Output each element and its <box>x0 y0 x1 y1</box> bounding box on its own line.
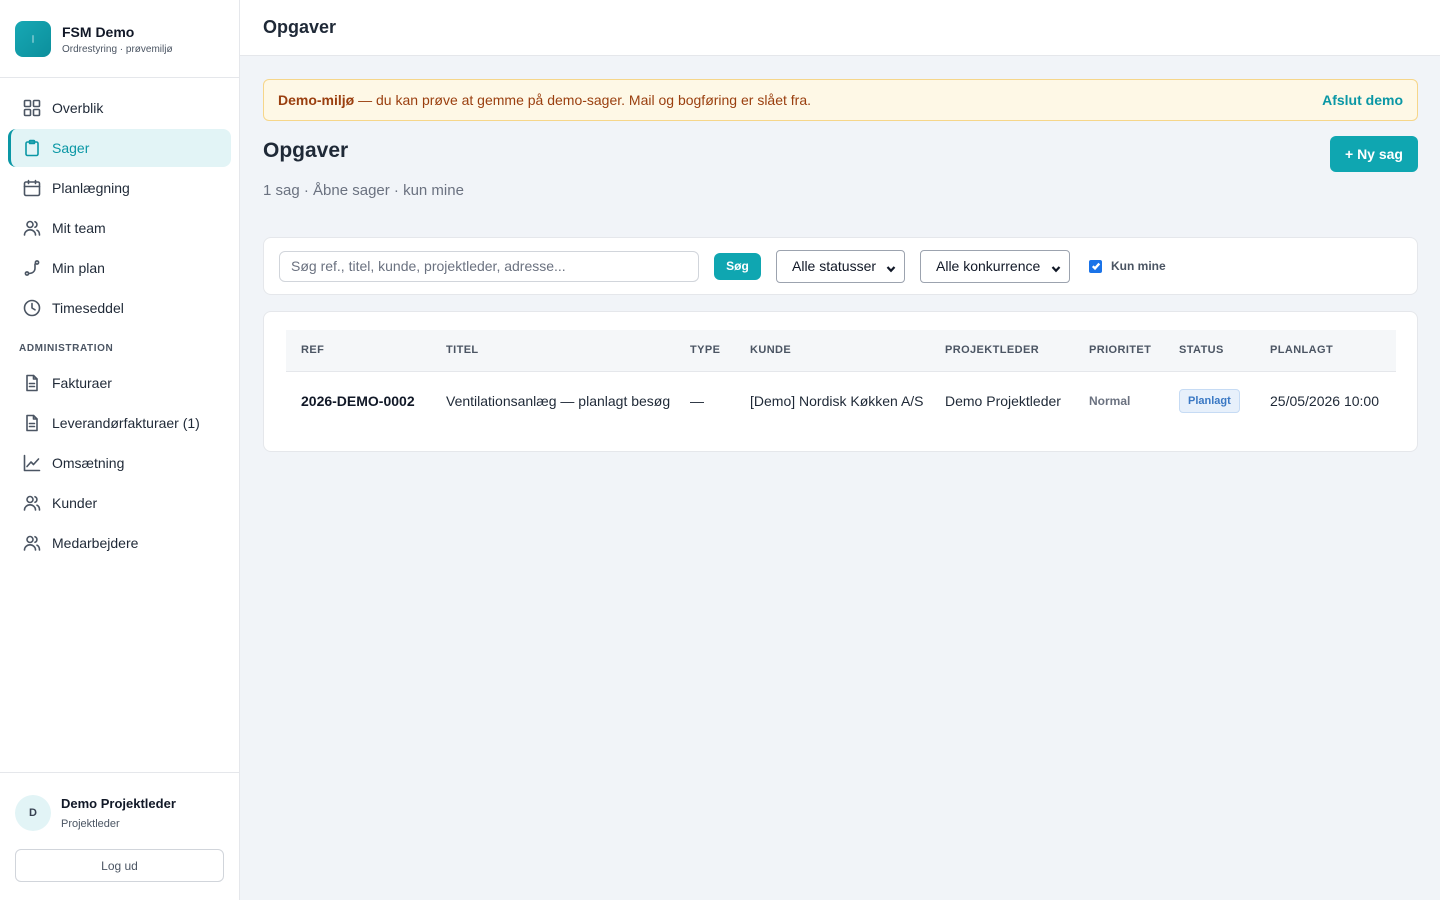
app-logo-icon <box>15 20 51 57</box>
cell-type: — <box>690 392 704 409</box>
sidebar-item-sager[interactable]: Sager <box>8 129 231 167</box>
users-icon <box>23 219 41 237</box>
status-badge: Planlagt <box>1179 389 1240 414</box>
only-mine-checkbox[interactable] <box>1089 259 1102 273</box>
sidebar-item-label: Sager <box>52 140 90 156</box>
sidebar-item-leverandoerfakturaer[interactable]: Leverandørfakturaer (1) <box>8 404 231 442</box>
section-label-administration: ADMINISTRATION <box>19 343 114 354</box>
main-content: Demo-miljø — du kan prøve at gemme på de… <box>263 79 1418 452</box>
user-profile: D Demo Projektleder Projektleder <box>15 795 224 831</box>
topbar: Opgaver <box>240 0 1440 56</box>
table-header-row: REF TITEL TYPE KUNDE PROJEKTLEDER PRIORI… <box>286 330 1396 372</box>
column-header-projektleder[interactable]: PROJEKTLEDER <box>930 330 1074 372</box>
sidebar-item-label: Fakturaer <box>52 375 112 391</box>
sidebar-item-label: Timeseddel <box>52 300 124 316</box>
brand[interactable]: FSM Demo Ordrestyring · prøvemiljø <box>0 0 239 78</box>
search-button[interactable]: Søg <box>714 252 761 280</box>
end-demo-link[interactable]: Afslut demo <box>1322 92 1403 108</box>
sidebar-item-label: Kunder <box>52 495 98 511</box>
user-name: Demo Projektleder <box>61 796 176 811</box>
chevron-down-icon <box>886 261 896 273</box>
sidebar-item-label: Leverandørfakturaer (1) <box>52 415 200 431</box>
column-header-titel[interactable]: TITEL <box>431 330 675 372</box>
status-select[interactable]: Alle statusser <box>776 249 905 283</box>
sidebar-item-label: Min plan <box>52 260 105 276</box>
clipboard-icon <box>23 139 41 157</box>
main-nav: Overblik Sager Planlægning Mit team Min … <box>0 89 239 562</box>
cell-planned: 25/05/2026 10:00 <box>1270 392 1379 409</box>
competition-select-value: Alle konkurrence <box>936 258 1041 274</box>
cell-priority: Normal <box>1089 393 1131 408</box>
sidebar-item-label: Overblik <box>52 100 104 116</box>
calendar-icon <box>23 179 41 197</box>
page-title: Opgaver <box>263 139 349 162</box>
sidebar-item-kunder[interactable]: Kunder <box>8 484 231 522</box>
sidebar-item-label: Omsætning <box>52 455 125 471</box>
column-header-kunde[interactable]: KUNDE <box>735 330 930 372</box>
banner-message: Demo-miljø — du kan prøve at gemme på de… <box>278 92 811 108</box>
document-icon <box>23 374 41 392</box>
cell-ref[interactable]: 2026-DEMO-0002 <box>286 371 431 431</box>
cell-status: Planlagt <box>1164 371 1255 431</box>
new-case-button[interactable]: + Ny sag <box>1330 136 1418 172</box>
sidebar-item-omsaetning[interactable]: Omsætning <box>8 444 231 482</box>
user-role: Projektleder <box>61 818 120 830</box>
sidebar-item-fakturaer[interactable]: Fakturaer <box>8 364 231 402</box>
page-header: Opgaver 1 sag · Åbne sager · kun mine + … <box>263 121 1418 237</box>
users-icon <box>23 534 41 552</box>
cell-manager: Demo Projektleder <box>945 392 1061 409</box>
sidebar-item-timeseddel[interactable]: Timeseddel <box>8 289 231 327</box>
app-subtitle: Ordrestyring · prøvemiljø <box>62 43 173 55</box>
only-mine-label[interactable]: Kun mine <box>1111 259 1166 273</box>
sidebar-item-label: Mit team <box>52 220 106 236</box>
page-subtitle: 1 sag · Åbne sager · kun mine <box>263 182 464 199</box>
topbar-title: Opgaver <box>263 17 337 37</box>
sidebar-item-overblik[interactable]: Overblik <box>8 89 231 127</box>
cases-table-card: REF TITEL TYPE KUNDE PROJEKTLEDER PRIORI… <box>263 311 1418 452</box>
column-header-type[interactable]: TYPE <box>675 330 735 372</box>
only-mine-filter: Kun mine <box>1089 259 1166 273</box>
column-header-status[interactable]: STATUS <box>1164 330 1255 372</box>
sidebar-item-planlaegning[interactable]: Planlægning <box>8 169 231 207</box>
column-header-ref[interactable]: REF <box>286 330 431 372</box>
demo-banner: Demo-miljø — du kan prøve at gemme på de… <box>263 79 1418 121</box>
sidebar-item-label: Medarbejdere <box>52 535 139 551</box>
cell-title: Ventilationsanlæg — planlagt besøg <box>446 392 671 409</box>
check-icon <box>1091 262 1100 271</box>
status-select-value: Alle statusser <box>792 258 877 274</box>
competition-select[interactable]: Alle konkurrence <box>920 249 1070 283</box>
banner-strong: Demo-miljø <box>278 92 355 108</box>
sidebar-item-medarbejdere[interactable]: Medarbejdere <box>8 524 231 562</box>
cell-customer: [Demo] Nordisk Køkken A/S <box>750 392 924 409</box>
users-icon <box>23 494 41 512</box>
banner-text: — du kan prøve at gemme på demo-sager. M… <box>354 92 812 108</box>
chevron-down-icon <box>1051 261 1061 273</box>
sidebar-item-label: Planlægning <box>52 180 130 196</box>
logout-button[interactable]: Log ud <box>15 849 224 882</box>
sidebar-item-min-plan[interactable]: Min plan <box>8 249 231 287</box>
sidebar-footer: D Demo Projektleder Projektleder Log ud <box>0 772 239 900</box>
sidebar-item-mit-team[interactable]: Mit team <box>8 209 231 247</box>
chart-icon <box>23 454 41 472</box>
search-input[interactable] <box>279 250 699 282</box>
sidebar: FSM Demo Ordrestyring · prøvemiljø Overb… <box>0 0 240 900</box>
avatar: D <box>15 795 51 831</box>
app-title: FSM Demo <box>62 23 135 40</box>
route-icon <box>23 259 41 277</box>
column-header-prioritet[interactable]: PRIORITET <box>1074 330 1164 372</box>
filter-bar: Søg Alle statusser Alle konkurrence Kun … <box>263 237 1418 295</box>
cases-table: REF TITEL TYPE KUNDE PROJEKTLEDER PRIORI… <box>286 330 1396 431</box>
grid-icon <box>23 99 41 117</box>
table-row[interactable]: 2026-DEMO-0002 Ventilationsanlæg — planl… <box>286 371 1396 431</box>
clock-icon <box>23 299 41 317</box>
document-icon <box>23 414 41 432</box>
column-header-planlagt[interactable]: PLANLAGT <box>1255 330 1396 372</box>
